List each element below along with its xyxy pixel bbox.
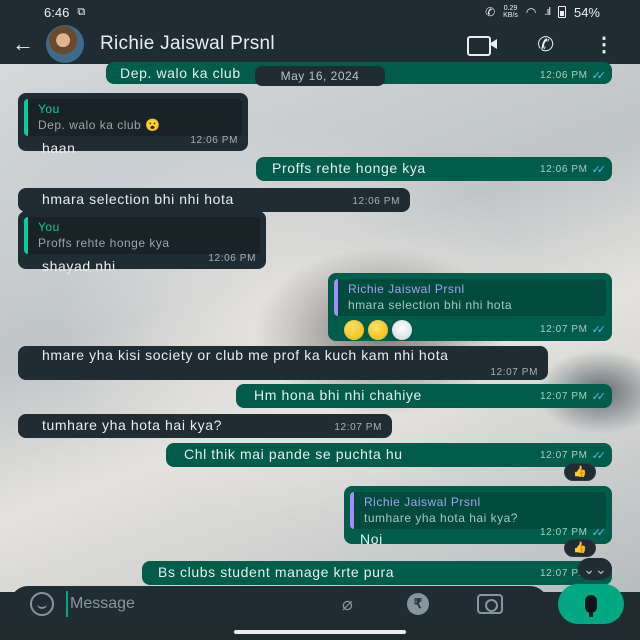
quote-text: hmara selection bhi nhi hota (348, 298, 513, 312)
message-time: 12:06 PM (208, 253, 256, 264)
message-time: 12:06 PM (352, 196, 400, 207)
contact-name[interactable]: Richie Jaiswal Prsnl (100, 33, 467, 55)
message-composer: ⌀ ₹ (10, 586, 548, 622)
reaction-badge[interactable]: 👍 (564, 463, 596, 481)
home-indicator[interactable] (234, 630, 406, 634)
message-text: Proffs rehte honge kya (272, 160, 426, 176)
message-time: 12:07 PM (334, 422, 382, 433)
read-ticks-icon: ✓✓ (591, 527, 607, 539)
message-text: tumhare yha hota hai kya? (42, 417, 222, 433)
quoted-message[interactable]: You Proffs rehte honge kya (24, 217, 260, 254)
message-bubble-outgoing[interactable]: Hm hona bhi nhi chahiye 12:07 PM ✓✓ (236, 384, 612, 408)
screenshot-notification-icon: ⧉ (77, 5, 86, 18)
payment-icon[interactable]: ₹ (406, 593, 429, 615)
message-text: Dep. walo ka club (120, 65, 241, 81)
quote-author: Richie Jaiswal Prsnl (364, 495, 481, 509)
scroll-to-bottom-icon[interactable]: ⌄⌄ (578, 558, 612, 580)
status-bar: 6:46 ⧉ ✆ 0.29 KB/s ◠ .ıl 54% (0, 0, 640, 24)
message-bubble-outgoing[interactable]: Chl thik mai pande se puchta hu 12:07 PM… (166, 443, 612, 467)
camera-icon[interactable] (476, 594, 503, 614)
quoted-message[interactable]: You Dep. walo ka club 😮 (24, 99, 242, 136)
message-bubble-incoming[interactable]: tumhare yha hota hai kya? 12:07 PM (18, 414, 392, 438)
skull-icon (392, 320, 412, 340)
message-bubble-incoming[interactable]: hmare yha kisi society or club me prof k… (18, 346, 548, 380)
battery-level: 54% (573, 4, 600, 20)
net-speed: 0.29 KB/s (503, 5, 518, 19)
message-time: 12:07 PM (490, 367, 538, 378)
status-time: 6:46 (44, 4, 70, 20)
message-bubble-outgoing[interactable]: Bs clubs student manage krte pura 12:07 … (142, 561, 612, 585)
message-bubble-outgoing[interactable]: Proffs rehte honge kya 12:06 PM ✓✓ (256, 157, 612, 181)
message-bubble-incoming[interactable]: You Proffs rehte honge kya shayad nhi 12… (18, 211, 266, 274)
quote-text: tumhare yha hota hai kya? (364, 511, 518, 525)
voice-record-button[interactable] (558, 584, 624, 624)
message-bubble-incoming[interactable]: hmara selection bhi nhi hota 12:06 PM (18, 188, 410, 212)
message-list[interactable]: Dep. walo ka club 12:06 PM ✓✓ May 16, 202… (0, 62, 640, 590)
quote-text: Proffs rehte honge kya (38, 236, 170, 250)
quote-author: Richie Jaiswal Prsnl (348, 282, 465, 296)
message-bubble-outgoing[interactable]: Richie Jaiswal Prsnl tumhare yha hota ha… (344, 486, 612, 547)
read-ticks-icon: ✓✓ (591, 164, 607, 176)
read-ticks-icon: ✓✓ (591, 70, 607, 82)
message-time: 12:07 PM (539, 450, 588, 461)
read-ticks-icon: ✓✓ (591, 324, 607, 336)
message-time: 12:06 PM (190, 135, 238, 146)
message-text: Chl thik mai pande se puchta hu (184, 446, 403, 462)
quote-author: You (38, 102, 60, 116)
quote-text: Dep. walo ka club 😮 (38, 118, 161, 132)
read-ticks-icon: ✓✓ (591, 391, 607, 403)
message-time: 12:07 PM (539, 391, 588, 402)
reaction-badge[interactable]: 👍 (564, 539, 596, 557)
message-text: Hm hona bhi nhi chahiye (254, 387, 422, 403)
date-chip: May 16, 2024 (255, 66, 385, 86)
call-indicator-icon: ✆ (485, 5, 496, 19)
quote-author: You (38, 220, 60, 234)
wifi-icon: ◠ (525, 5, 537, 19)
net-speed-unit: KB/s (503, 12, 518, 19)
chat-header: ← Richie Jaiswal Prsnl ✆ ⋮ (0, 24, 640, 64)
back-arrow-icon[interactable]: ← (0, 31, 36, 57)
message-time: 12:07 PM (539, 324, 588, 335)
message-text: Bs clubs student manage krte pura (158, 564, 395, 580)
message-text: hmare yha kisi society or club me prof k… (42, 347, 449, 363)
more-options-icon[interactable]: ⋮ (594, 32, 614, 57)
dizzy-face-icon (344, 320, 364, 340)
attach-icon[interactable]: ⌀ (342, 594, 353, 615)
contact-avatar[interactable] (46, 25, 84, 63)
dizzy-face-icon (368, 320, 388, 340)
message-bubble-incoming[interactable]: You Dep. walo ka club 😮 haan 12:06 PM (18, 93, 248, 156)
mic-icon (585, 595, 597, 617)
quoted-message[interactable]: Richie Jaiswal Prsnl hmara selection bhi… (334, 279, 606, 316)
battery-icon (557, 6, 566, 18)
net-speed-value: 0.29 (503, 5, 518, 12)
emoji-icon[interactable] (30, 592, 54, 616)
message-time: 12:06 PM (539, 164, 588, 175)
read-ticks-icon: ✓✓ (591, 450, 607, 462)
message-text: hmara selection bhi nhi hota (42, 191, 234, 207)
message-time: 12:06 PM (539, 70, 588, 81)
voice-call-icon[interactable]: ✆ (537, 32, 554, 57)
quoted-message[interactable]: Richie Jaiswal Prsnl tumhare yha hota ha… (350, 492, 606, 529)
signal-icon: .ıl (544, 6, 550, 18)
message-input[interactable] (66, 591, 326, 617)
message-bubble-outgoing[interactable]: Richie Jaiswal Prsnl hmara selection bhi… (328, 273, 612, 341)
message-time: 12:07 PM (539, 527, 588, 538)
video-call-icon[interactable] (467, 36, 498, 56)
